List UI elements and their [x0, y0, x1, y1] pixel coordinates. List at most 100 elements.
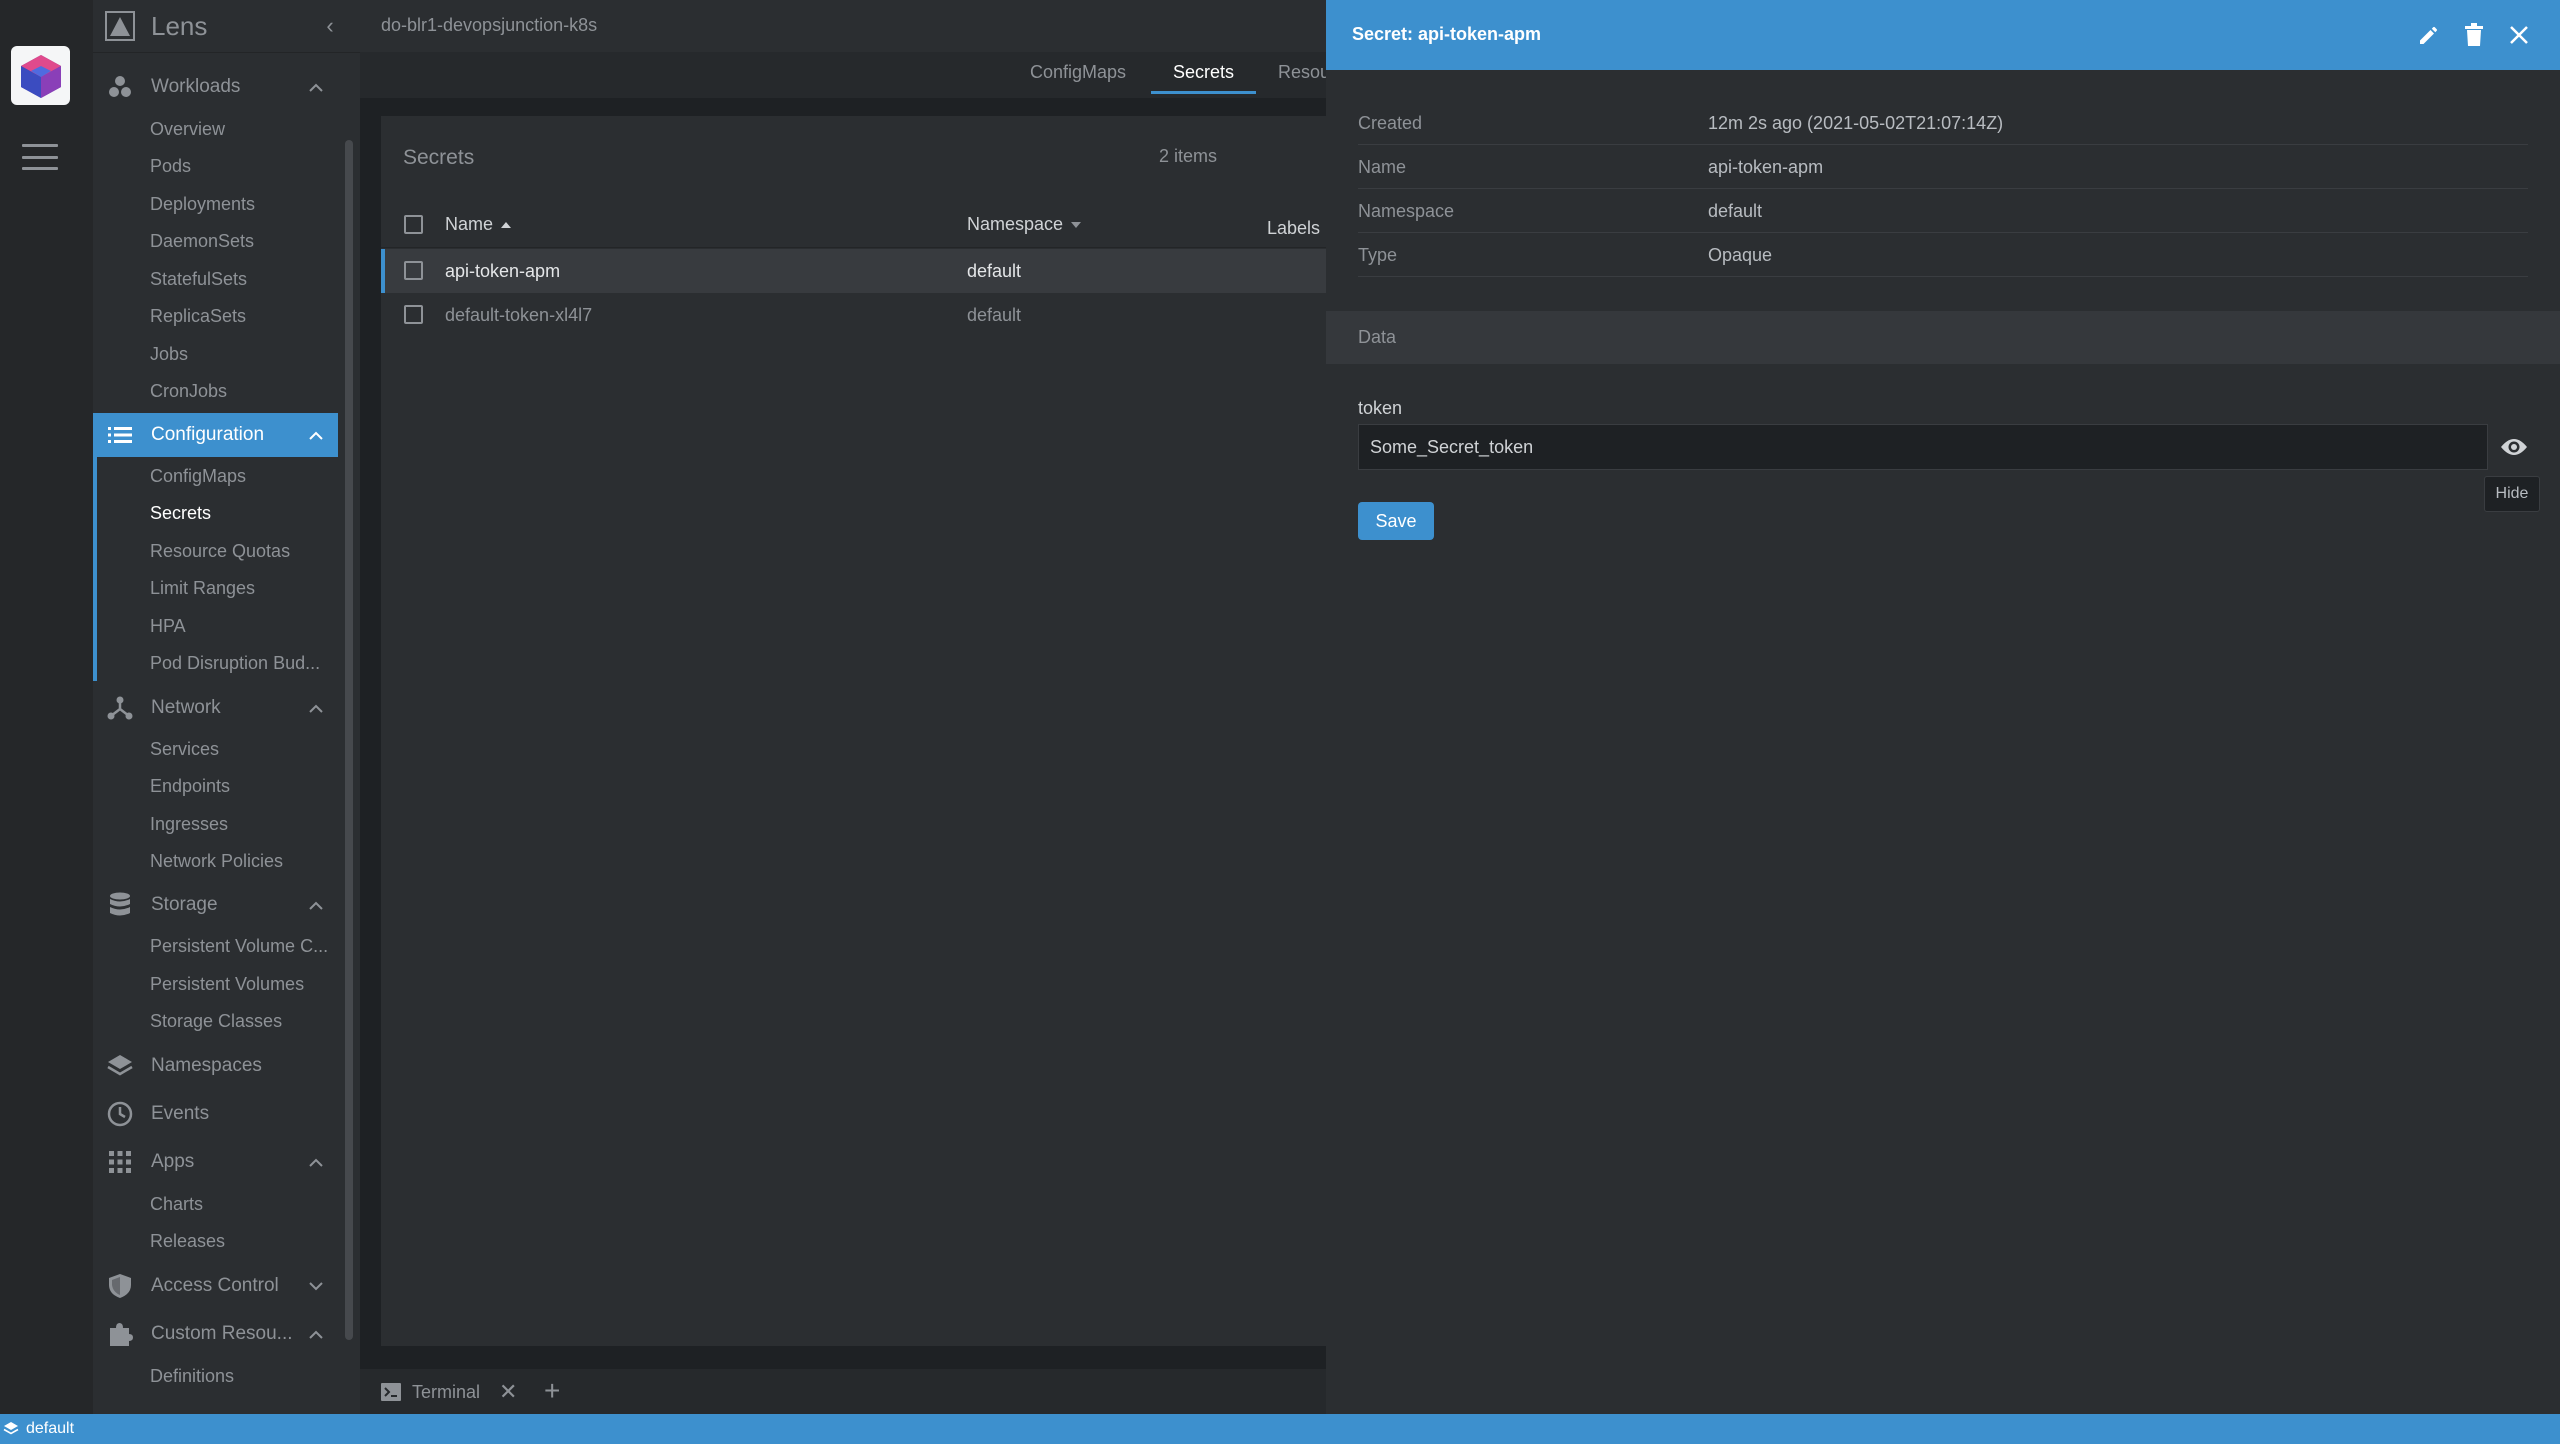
sidebar-group-label: Custom Resou... [151, 1323, 293, 1344]
sort-icon [1071, 222, 1082, 229]
column-name-label: Name [445, 214, 494, 234]
section-title: Data [1358, 327, 1397, 347]
data-section-header: Data [1326, 311, 2560, 364]
detail-key: Name [1358, 157, 1407, 177]
secret-details-drawer: Secret: api-token-apm Created 12m 2s ago… [1326, 0, 2560, 1414]
table-row[interactable]: default-token-xl4l7 default [381, 293, 1326, 337]
collapse-sidebar-icon[interactable]: ‹ [318, 14, 342, 38]
sidebar-item-deployments[interactable]: Deployments [150, 194, 335, 215]
sidebar-item-persistent-volume-claims[interactable]: Persistent Volume C... [150, 936, 335, 957]
secret-namespace: default [967, 305, 1022, 325]
chevron-up-icon[interactable] [306, 1324, 326, 1344]
current-namespace[interactable]: default [26, 1420, 74, 1438]
puzzle-icon [105, 1319, 135, 1349]
add-icon[interactable]: + [544, 1375, 560, 1407]
sidebar-item-overview[interactable]: Overview [150, 119, 335, 140]
sidebar-item-pod-disruption-budgets[interactable]: Pod Disruption Bud... [150, 653, 335, 674]
row-checkbox[interactable] [404, 305, 423, 324]
app-title: Lens [151, 10, 208, 41]
chevron-up-icon[interactable] [306, 425, 326, 445]
cluster-avatar-icon[interactable] [11, 46, 70, 105]
chevron-down-icon[interactable] [306, 1276, 326, 1296]
sidebar-item-hpa[interactable]: HPA [150, 616, 335, 637]
column-header-labels[interactable]: Labels [1267, 218, 1320, 239]
items-count: 2 items [1159, 146, 1218, 166]
sidebar-item-services[interactable]: Services [150, 739, 335, 760]
select-all-checkbox[interactable] [404, 215, 423, 234]
sidebar-group-storage[interactable]: Storage [93, 883, 338, 927]
sidebar-item-network-policies[interactable]: Network Policies [150, 851, 335, 872]
close-icon[interactable]: ✕ [499, 1379, 517, 1405]
table-header: Name Namespace Labels [381, 202, 1326, 248]
sidebar-item-endpoints[interactable]: Endpoints [150, 776, 335, 797]
sidebar-group-custom-resources[interactable]: Custom Resou... [93, 1312, 338, 1356]
sidebar-group-configuration[interactable]: Configuration [93, 413, 338, 457]
sidebar-item-persistent-volumes[interactable]: Persistent Volumes [150, 974, 335, 995]
table-row[interactable]: api-token-apm default [381, 249, 1326, 293]
sidebar-group-label: Events [151, 1103, 210, 1124]
sidebar-scrollbar[interactable] [345, 140, 353, 1340]
detail-value: default [1708, 201, 1763, 221]
network-icon [105, 693, 135, 723]
detail-row-namespace: Namespace default [1358, 189, 2528, 233]
terminal-icon [381, 1383, 401, 1401]
sidebar-item-releases[interactable]: Releases [150, 1231, 335, 1252]
column-header-name[interactable]: Name [445, 214, 512, 235]
sidebar-group-apps[interactable]: Apps [93, 1140, 338, 1184]
tab-secrets[interactable]: Secrets [1173, 62, 1234, 83]
sidebar-item-storage-classes[interactable]: Storage Classes [150, 1011, 335, 1032]
sidebar-item-pods[interactable]: Pods [150, 156, 335, 177]
sidebar-item-charts[interactable]: Charts [150, 1194, 335, 1215]
status-bar: default [0, 1414, 2560, 1444]
sidebar-group-label: Storage [151, 894, 218, 915]
sidebar-group-events[interactable]: Events [93, 1092, 338, 1136]
chevron-up-icon[interactable] [306, 1152, 326, 1172]
column-header-namespace[interactable]: Namespace [967, 214, 1082, 235]
sidebar-group-namespaces[interactable]: Namespaces [93, 1044, 338, 1088]
drawer-title: Secret: api-token-apm [1352, 24, 1542, 44]
sidebar-group-label: Access Control [151, 1275, 279, 1296]
close-icon[interactable] [2506, 22, 2532, 48]
eye-icon[interactable] [2498, 432, 2530, 462]
layers-icon [3, 1422, 19, 1435]
active-group-indicator [93, 457, 97, 681]
terminal-tab[interactable]: Terminal [412, 1382, 480, 1403]
chevron-up-icon[interactable] [306, 698, 326, 718]
sidebar-group-workloads[interactable]: Workloads [93, 65, 338, 109]
selected-row-indicator [381, 249, 385, 293]
detail-row-created: Created 12m 2s ago (2021-05-02T21:07:14Z… [1358, 101, 2528, 145]
column-namespace-label: Namespace [967, 214, 1064, 234]
sidebar-item-statefulsets[interactable]: StatefulSets [150, 269, 335, 290]
sidebar-item-configmaps[interactable]: ConfigMaps [150, 466, 335, 487]
sidebar-item-daemonsets[interactable]: DaemonSets [150, 231, 335, 252]
menu-icon[interactable] [22, 144, 58, 170]
sidebar-item-jobs[interactable]: Jobs [150, 344, 335, 365]
token-field[interactable] [1358, 424, 2488, 470]
sidebar-item-secrets[interactable]: Secrets [150, 503, 335, 524]
sidebar-item-limit-ranges[interactable]: Limit Ranges [150, 578, 335, 599]
detail-value: 12m 2s ago (2021-05-02T21:07:14Z) [1708, 113, 2004, 133]
edit-icon[interactable] [2416, 22, 2442, 48]
sidebar-item-replicasets[interactable]: ReplicaSets [150, 306, 335, 327]
chevron-up-icon[interactable] [306, 895, 326, 915]
detail-row-type: Type Opaque [1358, 233, 2528, 277]
trash-icon[interactable] [2461, 22, 2487, 48]
lens-logo-icon [105, 11, 135, 41]
secret-name: default-token-xl4l7 [445, 305, 593, 325]
row-checkbox[interactable] [404, 261, 423, 280]
sidebar-item-cronjobs[interactable]: CronJobs [150, 381, 335, 402]
tab-resource-quotas[interactable]: Resou [1278, 62, 1330, 83]
sidebar-group-network[interactable]: Network [93, 686, 338, 730]
sidebar-item-ingresses[interactable]: Ingresses [150, 814, 335, 835]
chevron-up-icon[interactable] [306, 77, 326, 97]
sidebar-group-access-control[interactable]: Access Control [93, 1264, 338, 1308]
tab-configmaps[interactable]: ConfigMaps [1030, 62, 1126, 83]
sidebar-group-label: Network [151, 697, 221, 718]
hide-tooltip: Hide [2484, 476, 2540, 512]
active-tab-indicator [1151, 91, 1256, 94]
sidebar-group-label: Workloads [151, 76, 241, 97]
sidebar-item-definitions[interactable]: Definitions [150, 1366, 335, 1387]
secret-namespace: default [967, 261, 1022, 281]
sidebar-item-resource-quotas[interactable]: Resource Quotas [150, 541, 335, 562]
save-button[interactable]: Save [1358, 502, 1434, 540]
